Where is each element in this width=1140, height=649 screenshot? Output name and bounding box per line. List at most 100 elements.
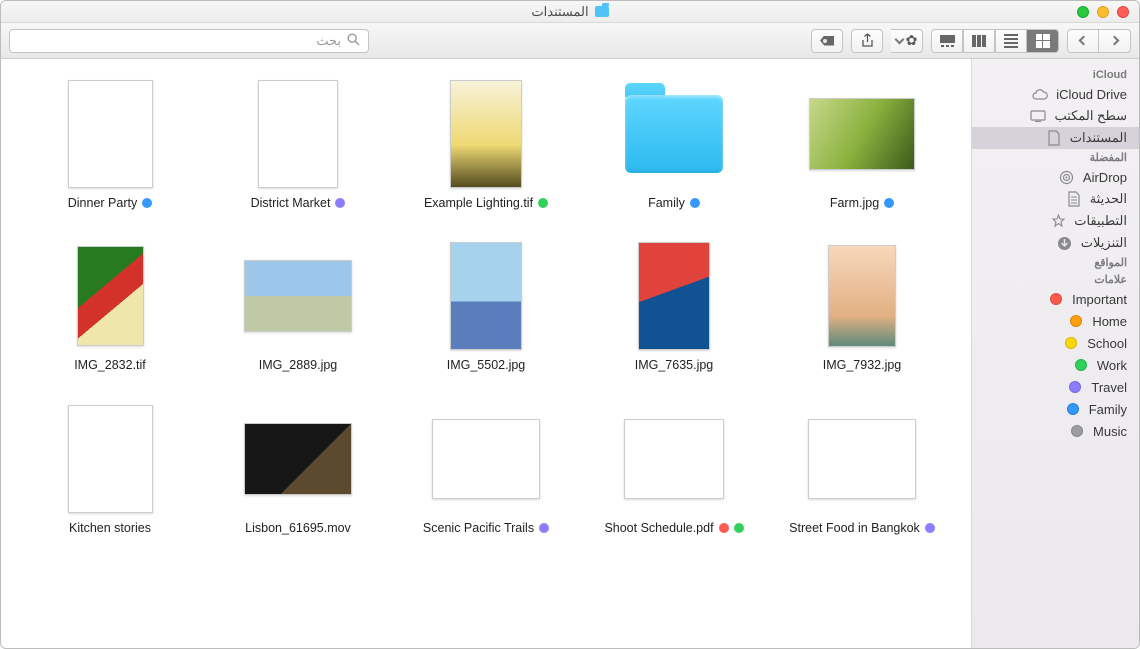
sidebar: iCloud iCloud Drive سطح المكتب المستندات الم… [971,59,1139,648]
file-thumbnail [243,79,353,189]
file-name: Lisbon_61695.mov [245,520,351,536]
file-name: Kitchen stories [69,520,151,536]
file-item[interactable]: Example Lighting.tif [397,79,575,211]
sidebar-item-tag-important[interactable]: Important [972,288,1139,310]
file-name: IMG_7932.jpg [823,357,902,373]
sidebar-item-label: Music [1093,424,1127,439]
tag-indicator [925,523,935,533]
sidebar-item-documents[interactable]: المستندات [972,127,1139,149]
tag-button[interactable] [811,29,843,53]
window-title: المستندات [531,4,608,20]
file-label: Family [648,195,700,211]
sidebar-item-label: iCloud Drive [1056,87,1127,102]
sidebar-item-tag-work[interactable]: Work [972,354,1139,376]
back-button[interactable] [1099,29,1131,53]
file-name: Farm.jpg [830,195,879,211]
file-name: Shoot Schedule.pdf [604,520,713,536]
folder-icon [625,95,723,173]
file-item[interactable]: IMG_5502.jpg [397,241,575,373]
view-gallery-button[interactable] [931,29,963,53]
tag-indicator [335,198,345,208]
file-thumbnail [243,404,353,514]
file-item[interactable]: IMG_2889.jpg [209,241,387,373]
sidebar-item-icloud-drive[interactable]: iCloud Drive [972,83,1139,105]
action-menu-button[interactable]: ✿ [891,29,923,53]
file-item[interactable]: District Market [209,79,387,211]
downloads-icon [1057,235,1073,251]
sidebar-item-tag-home[interactable]: Home [972,310,1139,332]
tag-dot-icon [1068,313,1084,329]
view-icon-button[interactable] [1027,29,1059,53]
chevron-right-icon [1110,36,1120,46]
maximize-button[interactable] [1077,6,1089,18]
sidebar-header: iCloud [972,67,1139,83]
tag-indicator [538,198,548,208]
sidebar-item-tag-school[interactable]: School [972,332,1139,354]
minimize-button[interactable] [1097,6,1109,18]
sidebar-item-label: المستندات [1070,130,1127,146]
file-label: Shoot Schedule.pdf [604,520,743,536]
file-name: IMG_2832.tif [74,357,146,373]
file-item[interactable]: Street Food in Bangkok [773,404,951,536]
file-item[interactable]: IMG_7932.jpg [773,241,951,373]
finder-window: المستندات بحث ✿ [0,0,1140,649]
file-name: Family [648,195,685,211]
file-item[interactable]: Farm.jpg [773,79,951,211]
sidebar-item-recents[interactable]: الحديثة [972,188,1139,210]
sidebar-item-label: التطبيقات [1074,213,1127,229]
file-item[interactable]: Family [585,79,763,211]
content-area[interactable]: Dinner Party District Market Example Light… [1,59,971,648]
column-icon [972,35,986,47]
forward-button[interactable] [1067,29,1099,53]
view-column-button[interactable] [963,29,995,53]
gear-icon: ✿ [906,32,918,49]
search-placeholder: بحث [316,33,341,49]
file-name: IMG_7635.jpg [635,357,714,373]
chevron-left-icon [1078,36,1088,46]
nav-group [1067,29,1131,53]
file-thumbnail [243,241,353,351]
sidebar-item-tag-music[interactable]: Music [972,420,1139,442]
action-group: ✿ [891,29,923,53]
view-list-button[interactable] [995,29,1027,53]
file-thumbnail [431,404,541,514]
sidebar-item-apps[interactable]: التطبيقات [972,210,1139,232]
sidebar-header: المواقع [972,254,1139,271]
file-label: Example Lighting.tif [424,195,548,211]
close-button[interactable] [1117,6,1129,18]
file-item[interactable]: Lisbon_61695.mov [209,404,387,536]
file-thumbnail [431,241,541,351]
sidebar-item-desktop[interactable]: سطح المكتب [972,105,1139,127]
sidebar-item-tag-travel[interactable]: Travel [972,376,1139,398]
sidebar-item-airdrop[interactable]: AirDrop [972,166,1139,188]
file-item[interactable]: Kitchen stories [21,404,199,536]
file-thumbnail [55,241,165,351]
file-label: Dinner Party [68,195,152,211]
file-name: Scenic Pacific Trails [423,520,534,536]
file-name: IMG_2889.jpg [259,357,338,373]
cloud-icon [1032,86,1048,102]
file-name: District Market [251,195,331,211]
sidebar-item-downloads[interactable]: التنزيلات [972,232,1139,254]
file-item[interactable]: IMG_7635.jpg [585,241,763,373]
file-item[interactable]: Dinner Party [21,79,199,211]
file-name: IMG_5502.jpg [447,357,526,373]
search-input[interactable]: بحث [9,29,369,53]
sidebar-item-label: School [1087,336,1127,351]
tag-indicator [884,198,894,208]
share-button[interactable] [851,29,883,53]
file-item[interactable]: Scenic Pacific Trails [397,404,575,536]
airdrop-icon [1059,169,1075,185]
list-icon [1004,34,1018,48]
gallery-icon [940,35,955,47]
file-item[interactable]: IMG_2832.tif [21,241,199,373]
file-item[interactable]: Shoot Schedule.pdf [585,404,763,536]
tag-dot-icon [1048,291,1064,307]
sidebar-item-tag-family[interactable]: Family [972,398,1139,420]
file-thumbnail [807,79,917,189]
file-label: District Market [251,195,346,211]
share-icon [861,33,874,48]
desktop-icon [1030,108,1046,124]
sidebar-item-label: سطح المكتب [1054,108,1127,124]
sidebar-item-label: Family [1089,402,1127,417]
